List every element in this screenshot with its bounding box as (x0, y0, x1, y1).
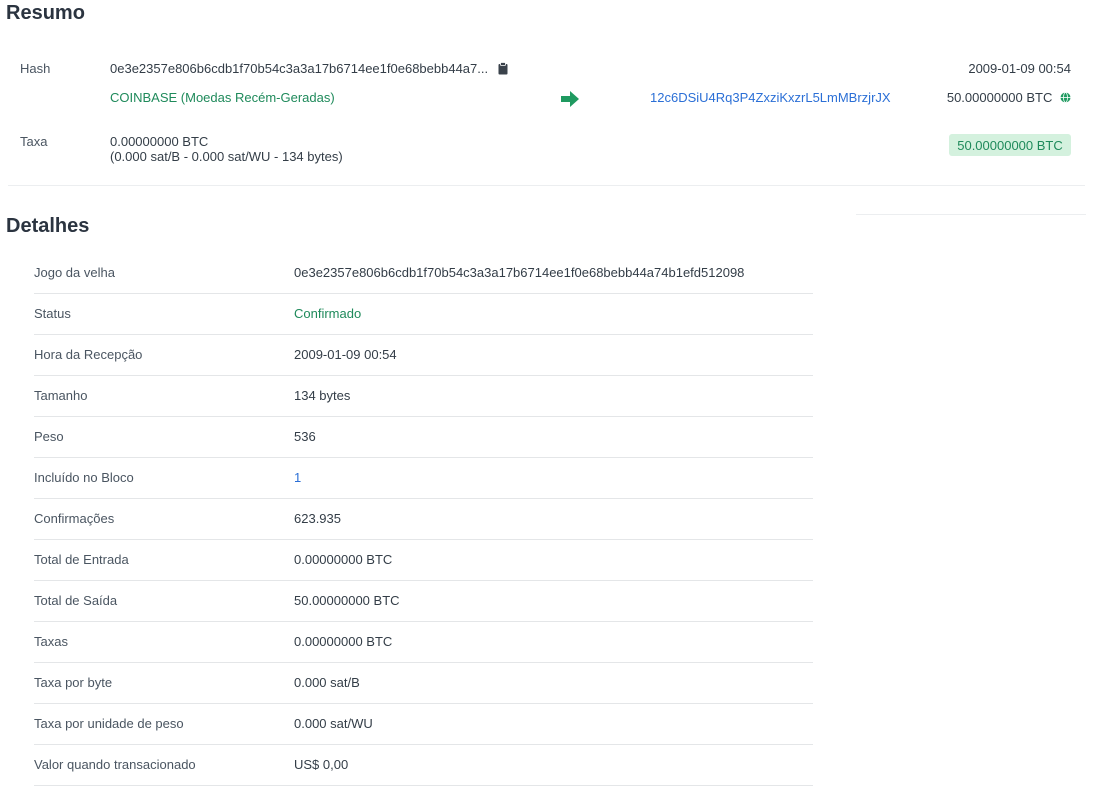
output-amount-container: 50.00000000 BTC (947, 90, 1071, 106)
status-value: Confirmado (294, 306, 362, 321)
fee-label: Taxa (20, 134, 48, 149)
resumo-title: Resumo (6, 2, 85, 24)
block-link[interactable]: 1 (294, 470, 301, 485)
hash-value[interactable]: 0e3e2357e806b6cdb1f70b54c3a3a17b6714ee1f… (110, 61, 488, 76)
table-row: Taxa por unidade de peso 0.000 sat/WU (34, 704, 813, 745)
table-row: Jogo da velha 0e3e2357e806b6cdb1f70b54c3… (34, 253, 813, 294)
row-value-received-time: 2009-01-09 00:54 (294, 347, 397, 362)
row-label-hash: Jogo da velha (34, 265, 115, 280)
row-label-fee-per-byte: Taxa por byte (34, 675, 113, 690)
table-row: Total de Entrada 0.00000000 BTC (34, 540, 813, 581)
row-value-fee-per-byte: 0.000 sat/B (294, 675, 360, 690)
arrow-right-icon (561, 91, 579, 112)
hash-container: 0e3e2357e806b6cdb1f70b54c3a3a17b6714ee1f… (110, 61, 508, 78)
clipboard-icon[interactable] (498, 62, 508, 78)
row-label-received-time: Hora da Recepção (34, 347, 143, 362)
row-label-size: Tamanho (34, 388, 88, 403)
row-value-fees: 0.00000000 BTC (294, 634, 393, 649)
sidebar-divider (856, 214, 1086, 215)
row-value-hash[interactable]: 0e3e2357e806b6cdb1f70b54c3a3a17b6714ee1f… (294, 265, 744, 280)
row-label-block: Incluído no Bloco (34, 470, 134, 485)
row-value-fee-per-weight: 0.000 sat/WU (294, 716, 373, 731)
fee-detail: (0.000 sat/B - 0.000 sat/WU - 134 bytes) (110, 149, 343, 164)
table-row: Status Confirmado (34, 294, 813, 335)
table-row: Tamanho 134 bytes (34, 376, 813, 417)
row-label-fee-per-weight: Taxa por unidade de peso (34, 716, 184, 731)
row-value-weight: 536 (294, 429, 316, 444)
row-label-weight: Peso (34, 429, 64, 444)
transaction-timestamp: 2009-01-09 00:54 (968, 61, 1071, 76)
table-row: Taxas 0.00000000 BTC (34, 622, 813, 663)
detalhes-title: Detalhes (6, 215, 90, 237)
transaction-page: Resumo Hash 0e3e2357e806b6cdb1f70b54c3a3… (0, 0, 1093, 804)
hash-label: Hash (20, 61, 51, 76)
table-row: Valor quando transacionado US$ 0,00 (34, 745, 813, 786)
row-label-confirmations: Confirmações (34, 511, 115, 526)
table-row: Confirmações 623.935 (34, 499, 813, 540)
row-value-value-when-transacted: US$ 0,00 (294, 757, 349, 772)
row-value-total-input: 0.00000000 BTC (294, 552, 393, 567)
input-coinbase: COINBASE (Moedas Recém-Geradas) (110, 90, 335, 105)
row-label-fees: Taxas (34, 634, 68, 649)
row-value-size: 134 bytes (294, 388, 351, 403)
output-address-link[interactable]: 12c6DSiU4Rq3P4ZxziKxzrL5LmMBrzjrJX (650, 90, 891, 105)
table-row: Hora da Recepção 2009-01-09 00:54 (34, 335, 813, 376)
table-row: Taxa por byte 0.000 sat/B (34, 663, 813, 704)
table-row: Incluído no Bloco 1 (34, 458, 813, 499)
total-output-badge: 50.00000000 BTC (949, 134, 1071, 156)
output-amount: 50.00000000 BTC (946, 90, 1053, 105)
resumo-divider (8, 185, 1085, 186)
globe-icon[interactable] (1060, 91, 1071, 106)
row-value-total-output: 50.00000000 BTC (294, 593, 400, 608)
table-row: Total de Saída 50.00000000 BTC (34, 581, 813, 622)
fee-value: 0.00000000 BTC (110, 134, 209, 149)
row-label-value-when-transacted: Valor quando transacionado (34, 757, 196, 772)
table-row: Peso 536 (34, 417, 813, 458)
row-label-status: Status (34, 306, 71, 321)
row-label-total-input: Total de Entrada (34, 552, 129, 567)
details-table: Jogo da velha 0e3e2357e806b6cdb1f70b54c3… (34, 253, 813, 786)
row-label-total-output: Total de Saída (34, 593, 118, 608)
row-value-confirmations: 623.935 (294, 511, 341, 526)
